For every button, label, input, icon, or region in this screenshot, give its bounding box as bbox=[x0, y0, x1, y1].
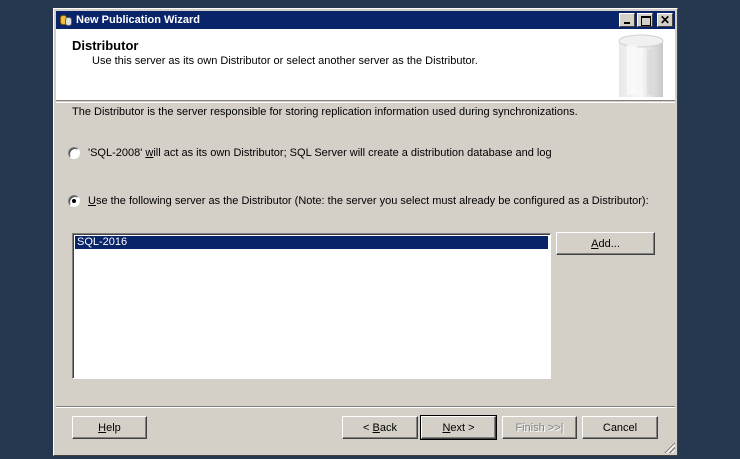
next-button[interactable]: Next > bbox=[420, 415, 497, 440]
close-button[interactable]: ✕ bbox=[657, 13, 673, 27]
distributor-listbox[interactable]: SQL-2016 bbox=[72, 233, 551, 379]
radio-other-distributor[interactable]: Use the following server as the Distribu… bbox=[68, 195, 649, 207]
next-button-label: Next > bbox=[442, 421, 475, 434]
finish-button[interactable]: Finish >>| bbox=[502, 416, 577, 439]
wizard-banner-icon bbox=[618, 34, 664, 97]
database-icon bbox=[59, 13, 73, 27]
help-button-label: Help bbox=[98, 421, 121, 434]
header-divider bbox=[56, 102, 675, 103]
window-title: New Publication Wizard bbox=[76, 14, 200, 26]
cancel-button-label: Cancel bbox=[602, 421, 638, 434]
page-title: Distributor bbox=[72, 38, 139, 53]
close-icon: ✕ bbox=[659, 13, 671, 27]
back-button[interactable]: < Back bbox=[342, 416, 418, 439]
maximize-button[interactable] bbox=[637, 13, 653, 27]
radio-own-distributor-label: 'SQL-2008' will act as its own Distribut… bbox=[88, 147, 552, 159]
radio-own-distributor[interactable]: 'SQL-2008' will act as its own Distribut… bbox=[68, 147, 552, 159]
title-bar[interactable]: New Publication Wizard ✕ bbox=[56, 11, 675, 29]
intro-text: The Distributor is the server responsibl… bbox=[72, 106, 578, 118]
radio-other-distributor-label: Use the following server as the Distribu… bbox=[88, 195, 649, 207]
back-button-label: < Back bbox=[363, 421, 397, 434]
resize-grip[interactable] bbox=[663, 441, 675, 453]
add-button-label: Add... bbox=[591, 237, 620, 250]
finish-button-label: Finish >>| bbox=[515, 421, 564, 434]
list-item[interactable]: SQL-2016 bbox=[75, 236, 548, 249]
add-button[interactable]: Add... bbox=[556, 232, 655, 255]
wizard-window: New Publication Wizard ✕ Distributor Use… bbox=[53, 8, 678, 456]
wizard-header: Distributor Use this server as its own D… bbox=[56, 29, 675, 101]
cancel-button[interactable]: Cancel bbox=[582, 416, 658, 439]
minimize-button[interactable] bbox=[619, 13, 635, 27]
footer-separator bbox=[56, 406, 675, 408]
radio-other-distributor-button[interactable] bbox=[68, 195, 80, 207]
page-subtitle: Use this server as its own Distributor o… bbox=[92, 55, 478, 67]
help-button[interactable]: Help bbox=[72, 416, 147, 439]
radio-own-distributor-button[interactable] bbox=[68, 147, 80, 159]
